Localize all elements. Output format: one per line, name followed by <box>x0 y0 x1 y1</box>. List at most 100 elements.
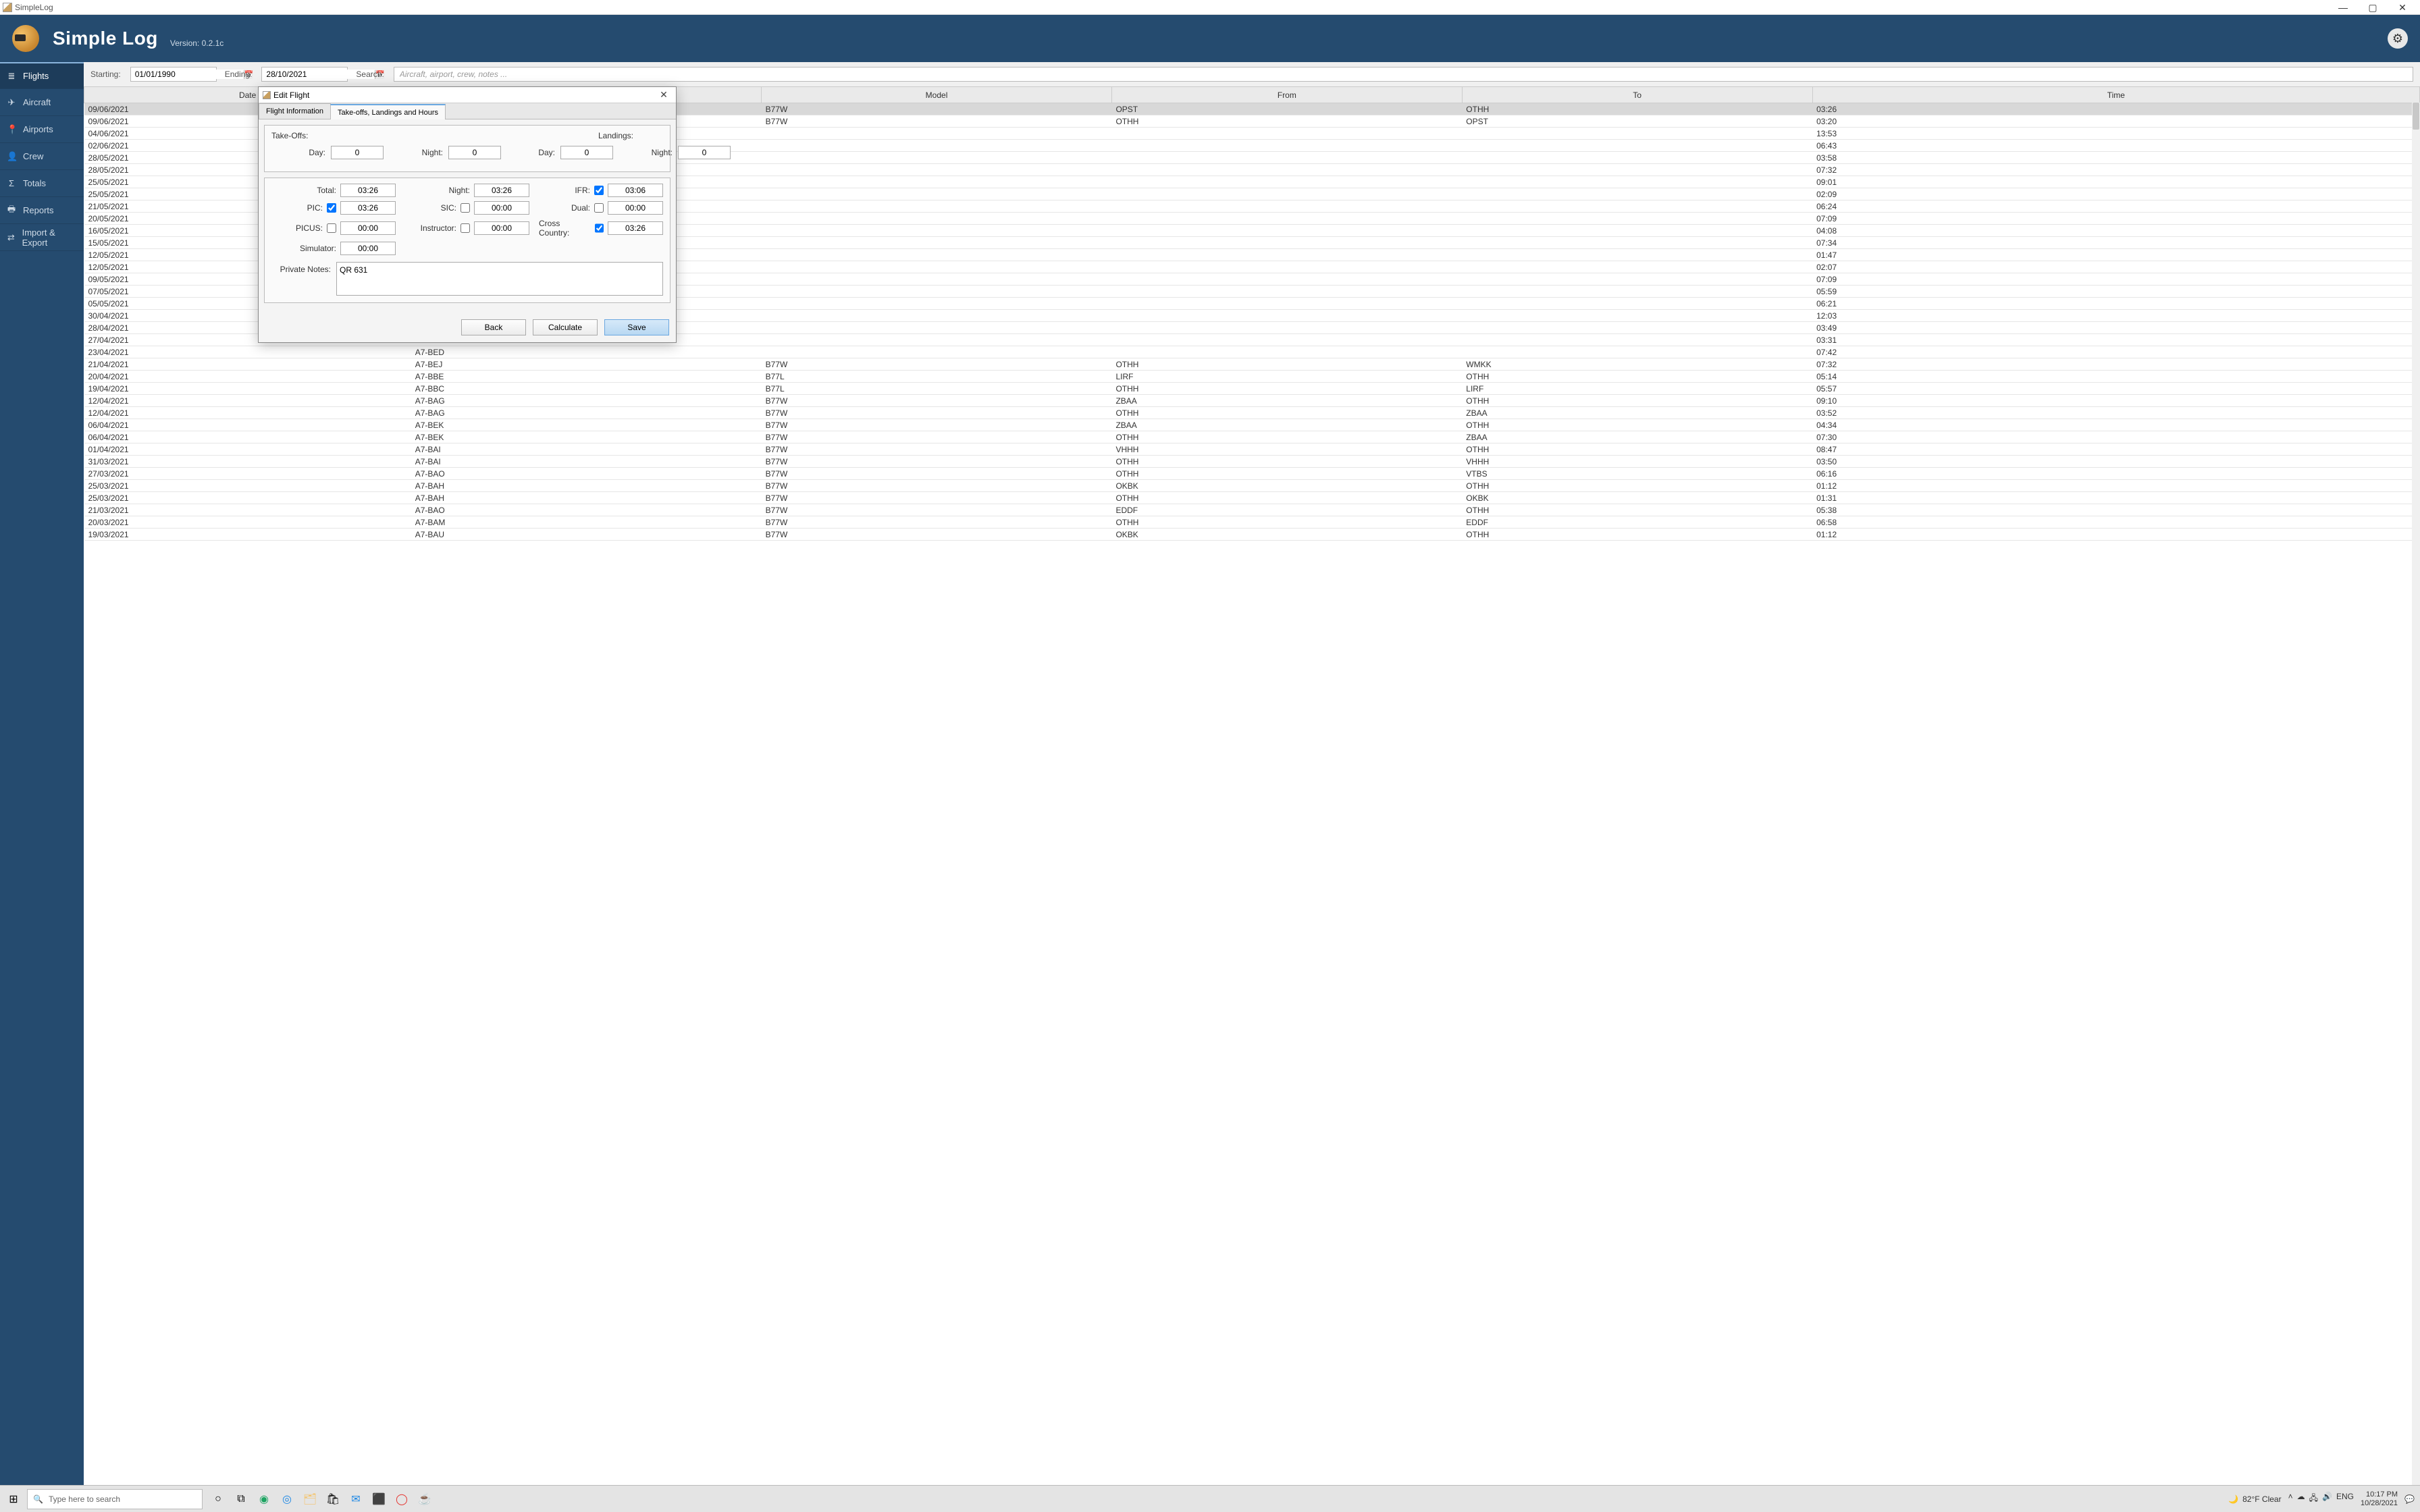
chevron-up-icon[interactable]: ˄ <box>2288 1492 2293 1506</box>
instructor-checkbox[interactable] <box>461 223 470 233</box>
chrome-icon[interactable]: ◉ <box>254 1489 274 1509</box>
sic-checkbox[interactable] <box>461 203 470 213</box>
table-row[interactable]: 25/03/2021A7-BAHB77WOKBKOTHH01:12 <box>84 480 2420 492</box>
cell-model <box>762 346 1112 358</box>
landing-night-label: Night: <box>619 148 673 157</box>
network-icon[interactable]: 🖧 <box>2309 1492 2318 1506</box>
calculate-button[interactable]: Calculate <box>533 319 598 335</box>
dialog-titlebar[interactable]: Edit Flight ✕ <box>259 87 676 103</box>
volume-icon[interactable]: 🔊 <box>2322 1492 2332 1506</box>
sidebar-item-totals[interactable]: Σ Totals <box>0 170 84 197</box>
dual-label: Dual: <box>571 203 590 213</box>
back-button[interactable]: Back <box>461 319 526 335</box>
simulator-input[interactable] <box>340 242 396 255</box>
ifr-input[interactable] <box>608 184 663 197</box>
col-from[interactable]: From <box>1111 87 1462 103</box>
window-close-button[interactable]: ✕ <box>2388 0 2417 15</box>
table-row[interactable]: 20/04/2021A7-BBEB77LLIRFOTHH05:14 <box>84 371 2420 383</box>
search-input[interactable] <box>394 67 2413 82</box>
cross-country-checkbox[interactable] <box>595 223 604 233</box>
sidebar-item-aircraft[interactable]: ✈ Aircraft <box>0 89 84 116</box>
table-row[interactable]: 19/03/2021A7-BAUB77WOKBKOTHH01:12 <box>84 529 2420 541</box>
cell-from: EDDF <box>1111 504 1462 516</box>
window-maximize-button[interactable]: ▢ <box>2358 0 2388 15</box>
sidebar-item-crew[interactable]: 👤 Crew <box>0 143 84 170</box>
pic-input[interactable] <box>340 201 396 215</box>
cross-country-input[interactable] <box>608 221 663 235</box>
language-icon[interactable]: ENG <box>2336 1492 2354 1506</box>
col-time[interactable]: Time <box>1812 87 2419 103</box>
table-row[interactable]: 31/03/2021A7-BAIB77WOTHHVHHH03:50 <box>84 456 2420 468</box>
table-row[interactable]: 25/03/2021A7-BAHB77WOTHHOKBK01:31 <box>84 492 2420 504</box>
landing-night-input[interactable] <box>678 146 731 159</box>
system-tray[interactable]: 🌙 82°F Clear ˄ ☁ 🖧 🔊 ENG 10:17 PM 10/28/… <box>2223 1490 2420 1507</box>
task-view-icon[interactable]: ⧉ <box>231 1489 251 1509</box>
scrollbar-thumb[interactable] <box>2413 103 2419 130</box>
cortana-icon[interactable]: ○ <box>208 1489 228 1509</box>
table-row[interactable]: 21/03/2021A7-BAOB77WEDDFOTHH05:38 <box>84 504 2420 516</box>
table-row[interactable]: 27/03/2021A7-BAOB77WOTHHVTBS06:16 <box>84 468 2420 480</box>
total-input[interactable] <box>340 184 396 197</box>
pic-checkbox[interactable] <box>327 203 336 213</box>
picus-input[interactable] <box>340 221 396 235</box>
cell-from: OPST <box>1111 103 1462 115</box>
tab-takeoffs-landings-hours[interactable]: Take-offs, Landings and Hours <box>330 104 446 119</box>
taskbar-search[interactable]: 🔍 Type here to search <box>27 1489 203 1509</box>
private-notes-input[interactable] <box>336 262 663 296</box>
dual-checkbox[interactable] <box>594 203 604 213</box>
table-row[interactable]: 19/04/2021A7-BBCB77LOTHHLIRF05:57 <box>84 383 2420 395</box>
taskbar-clock[interactable]: 10:17 PM 10/28/2021 <box>2361 1490 2398 1507</box>
mail-icon[interactable]: ✉ <box>346 1489 366 1509</box>
java-icon[interactable]: ☕ <box>415 1489 435 1509</box>
table-row[interactable]: 06/04/2021A7-BEKB77WOTHHZBAA07:30 <box>84 431 2420 443</box>
sidebar-item-flights[interactable]: ≣ Flights <box>0 62 84 89</box>
picus-checkbox[interactable] <box>327 223 336 233</box>
cell-to <box>1462 249 1812 261</box>
dialog-close-button[interactable]: ✕ <box>656 89 672 101</box>
table-row[interactable]: 20/03/2021A7-BAMB77WOTHHEDDF06:58 <box>84 516 2420 529</box>
table-row[interactable]: 23/04/2021A7-BED07:42 <box>84 346 2420 358</box>
settings-button[interactable]: ⚙ <box>2388 28 2408 49</box>
file-explorer-icon[interactable]: 🗂 <box>300 1489 320 1509</box>
sic-input[interactable] <box>474 201 529 215</box>
table-row[interactable]: 21/04/2021A7-BEJB77WOTHHWMKK07:32 <box>84 358 2420 371</box>
app-logo <box>12 25 39 52</box>
cell-to <box>1462 140 1812 152</box>
start-button[interactable]: ⊞ <box>0 1486 27 1512</box>
store-icon[interactable]: 🛍 <box>323 1489 343 1509</box>
opera-icon[interactable]: ◯ <box>392 1489 412 1509</box>
sidebar-item-import-export[interactable]: ⇄ Import & Export <box>0 224 84 251</box>
picus-label: PICUS: <box>296 223 323 233</box>
takeoff-night-input[interactable] <box>448 146 501 159</box>
save-button[interactable]: Save <box>604 319 669 335</box>
col-model[interactable]: Model <box>762 87 1112 103</box>
notifications-icon[interactable]: 💬 <box>2404 1494 2415 1504</box>
ifr-checkbox[interactable] <box>594 186 604 195</box>
table-row[interactable]: 12/04/2021A7-BAGB77WOTHHZBAA03:52 <box>84 407 2420 419</box>
table-row[interactable]: 12/04/2021A7-BAGB77WZBAAOTHH09:10 <box>84 395 2420 407</box>
vertical-scrollbar[interactable] <box>2412 103 2420 1485</box>
weather-widget[interactable]: 🌙 82°F Clear <box>2228 1494 2281 1504</box>
cell-model: B77W <box>762 443 1112 456</box>
col-to[interactable]: To <box>1462 87 1812 103</box>
office-icon[interactable]: ⬛ <box>369 1489 389 1509</box>
dual-input[interactable] <box>608 201 663 215</box>
instructor-input[interactable] <box>474 221 529 235</box>
night-hours-input[interactable] <box>474 184 529 197</box>
cell-reg: A7-BAI <box>411 456 762 468</box>
onedrive-icon[interactable]: ☁ <box>2297 1492 2305 1506</box>
table-row[interactable]: 01/04/2021A7-BAIB77WVHHHOTHH08:47 <box>84 443 2420 456</box>
landing-day-input[interactable] <box>560 146 613 159</box>
starting-date-input[interactable]: 📅 <box>130 67 217 82</box>
edge-icon[interactable]: ◎ <box>277 1489 297 1509</box>
sidebar-item-reports[interactable]: 🖶 Reports <box>0 197 84 224</box>
ending-date-input[interactable]: 📅 <box>261 67 348 82</box>
tab-flight-information[interactable]: Flight Information <box>259 103 331 119</box>
table-row[interactable]: 06/04/2021A7-BEKB77WZBAAOTHH04:34 <box>84 419 2420 431</box>
window-minimize-button[interactable]: — <box>2328 0 2358 15</box>
cell-to: ZBAA <box>1462 431 1812 443</box>
takeoff-day-input[interactable] <box>331 146 384 159</box>
sidebar-item-airports[interactable]: 📍 Airports <box>0 116 84 143</box>
windows-taskbar[interactable]: ⊞ 🔍 Type here to search ○ ⧉ ◉ ◎ 🗂 🛍 ✉ ⬛ … <box>0 1485 2420 1512</box>
cell-from: OKBK <box>1111 480 1462 492</box>
